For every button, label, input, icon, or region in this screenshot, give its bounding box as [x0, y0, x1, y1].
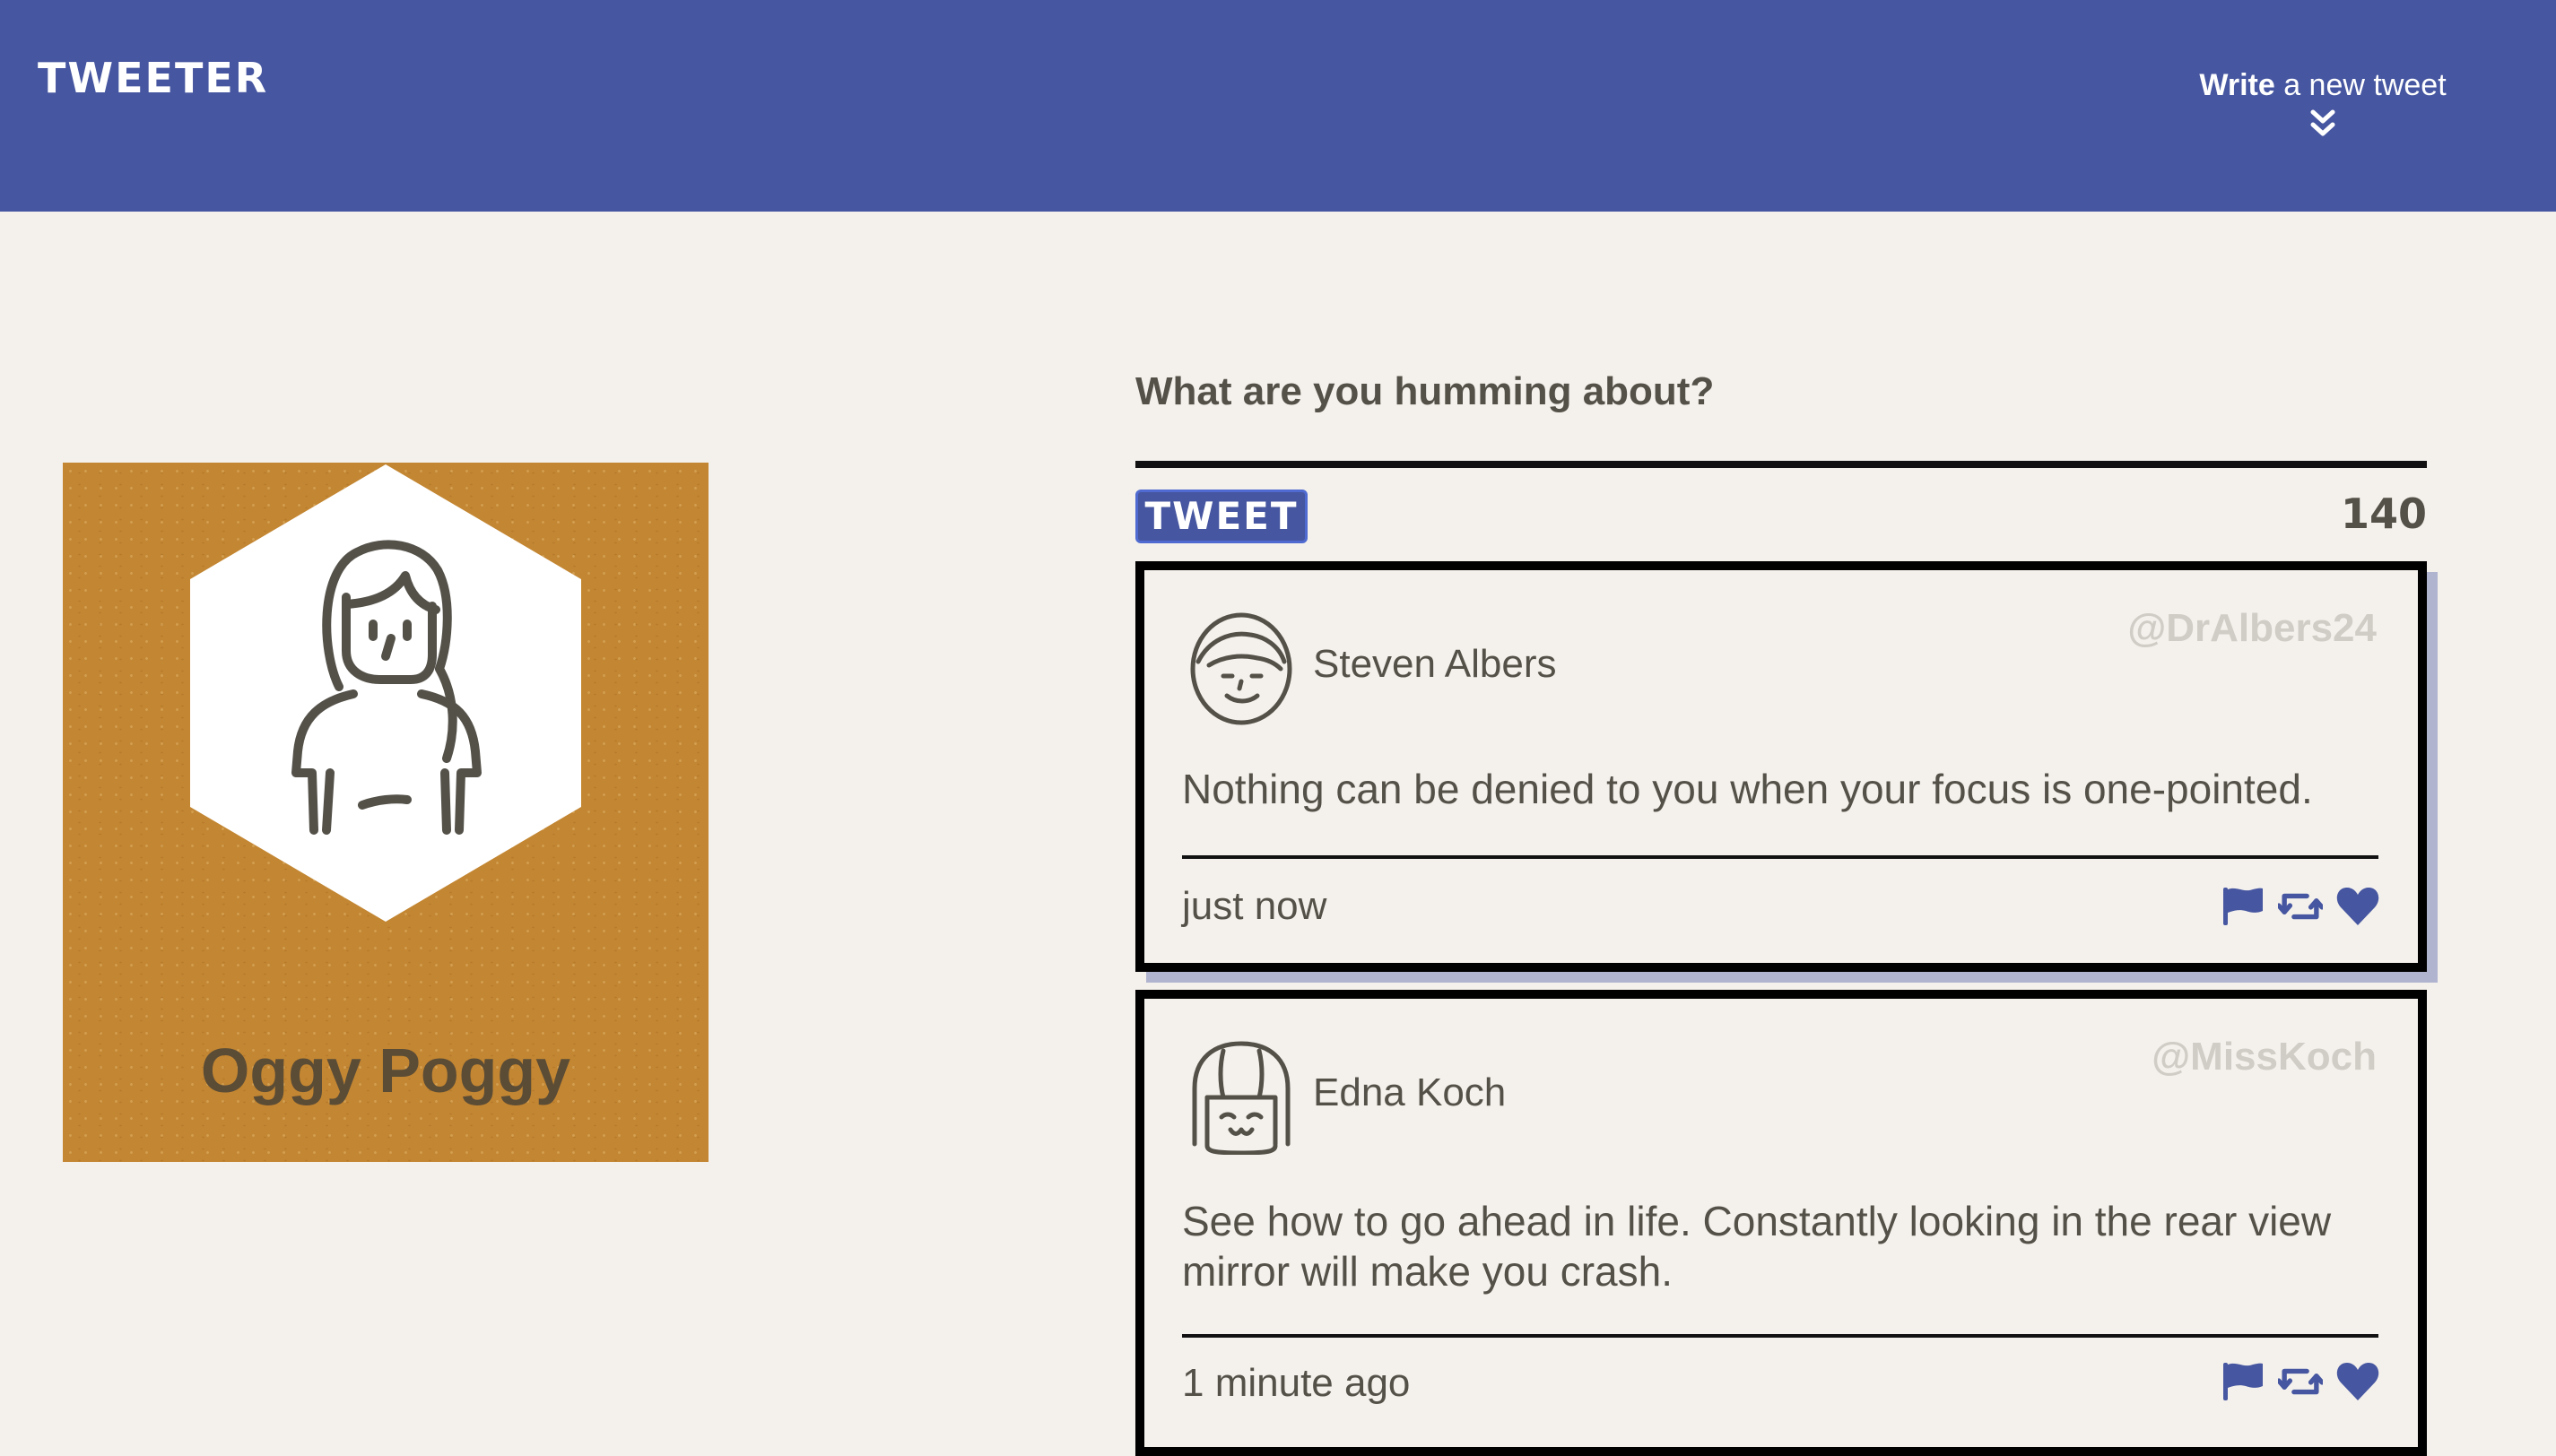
tweet-author: Steven Albers: [1313, 642, 1557, 686]
profile-name: Oggy Poggy: [200, 1036, 571, 1105]
tweet-card: Steven Albers @DrAlbers24 Nothing can be…: [1135, 561, 2427, 972]
tweet-timestamp: 1 minute ago: [1182, 1361, 1411, 1405]
man-avatar-icon: [1190, 612, 1292, 725]
tweet-author: Edna Koch: [1313, 1070, 1507, 1114]
heart-icon[interactable]: [2335, 1361, 2380, 1402]
tweet-text: Nothing can be denied to you when your f…: [1182, 766, 2313, 812]
flag-icon[interactable]: [2221, 886, 2265, 927]
girl-avatar-icon: [1192, 1041, 1291, 1155]
tweet-timestamp: just now: [1182, 884, 1327, 928]
tweet-button[interactable]: TWEET: [1135, 490, 1308, 543]
retweet-icon[interactable]: [2278, 1361, 2323, 1402]
compose-prompt[interactable]: What are you humming about?: [1135, 369, 1714, 414]
write-new-tweet-button[interactable]: Write a new tweet: [2188, 68, 2457, 139]
tweet-handle[interactable]: @DrAlbers24: [2127, 606, 2377, 651]
heart-icon[interactable]: [2335, 886, 2380, 927]
tweet-card: Edna Koch @MissKoch See how to go ahead …: [1135, 990, 2427, 1456]
tweet-handle[interactable]: @MissKoch: [2152, 1035, 2377, 1079]
tweet-actions: [2221, 1361, 2380, 1402]
double-chevron-down-icon[interactable]: [2309, 108, 2336, 139]
brand-logo[interactable]: TWEETER: [38, 54, 268, 102]
compose-textarea-underline[interactable]: [1135, 461, 2427, 468]
tweet-divider: [1182, 855, 2378, 859]
character-counter: 140: [2340, 490, 2427, 538]
compose-label: a new tweet: [2274, 68, 2447, 102]
woman-avatar-icon: [190, 464, 581, 922]
tweet-actions: [2221, 886, 2380, 927]
retweet-icon[interactable]: [2278, 886, 2323, 927]
profile-card: Oggy Poggy: [63, 463, 709, 1162]
tweet-text: See how to go ahead in life. Constantly …: [1182, 1198, 2332, 1295]
tweet-divider: [1182, 1334, 2378, 1338]
compose-strong-label: Write: [2199, 68, 2275, 102]
top-nav: TWEETER Write a new tweet: [0, 0, 2556, 212]
flag-icon[interactable]: [2221, 1361, 2265, 1402]
